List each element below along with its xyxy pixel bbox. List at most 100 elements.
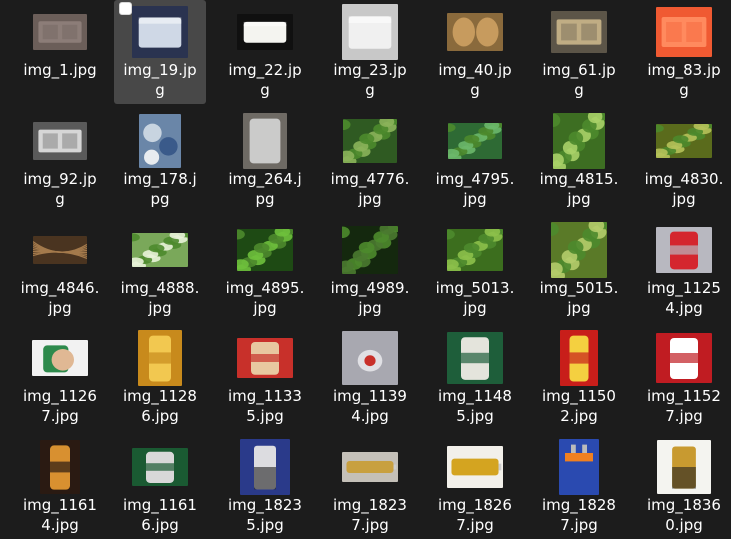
file-item[interactable]: img_92.jp g — [14, 109, 106, 213]
file-item[interactable]: img_22.jp g — [219, 0, 311, 104]
file-name: img_83.jp g — [647, 61, 721, 99]
beer-glass-thumbnail — [40, 440, 80, 494]
lettuce-thumbnail — [551, 222, 607, 278]
file-item[interactable]: img_1150 2.jpg — [533, 326, 625, 430]
thumbnail-container — [14, 4, 106, 60]
thumbnail-container — [429, 4, 521, 60]
file-item[interactable]: img_83.jp g — [638, 0, 730, 104]
file-item[interactable]: img_1152 7.jpg — [638, 326, 730, 430]
file-item[interactable]: img_1139 4.jpg — [324, 326, 416, 430]
thumbnail-container — [219, 330, 311, 386]
thumbnail-container — [324, 4, 416, 60]
file-item[interactable]: img_5015. jpg — [533, 218, 625, 322]
file-item[interactable]: img_1828 7.jpg — [533, 435, 625, 539]
file-name: img_19.jp g — [123, 61, 197, 99]
thumbnail-container — [219, 439, 311, 495]
file-item[interactable]: img_1836 0.jpg — [638, 435, 730, 539]
file-name: img_1152 7.jpg — [647, 387, 721, 425]
file-name: img_1133 5.jpg — [228, 387, 302, 425]
file-name: img_4888. jpg — [120, 279, 200, 317]
file-name: img_1128 6.jpg — [123, 387, 197, 425]
file-item[interactable]: img_1.jpg — [14, 0, 106, 104]
file-item[interactable]: img_4846. jpg — [14, 218, 106, 322]
foam-container-thumbnail — [237, 14, 293, 50]
thumbnail-container — [114, 222, 206, 278]
thumbnail-container — [533, 330, 625, 386]
file-item[interactable]: img_4895. jpg — [219, 218, 311, 322]
file-name: img_22.jp g — [228, 61, 302, 99]
thumbnail-container — [638, 330, 730, 386]
file-name: img_4830. jpg — [644, 170, 724, 208]
vegetable-bowl-thumbnail — [343, 119, 397, 163]
file-item[interactable]: img_1826 7.jpg — [429, 435, 521, 539]
thumbnail-container — [429, 330, 521, 386]
file-item[interactable]: img_4795. jpg — [429, 109, 521, 213]
file-item[interactable]: img_4888. jpg — [114, 218, 206, 322]
file-item[interactable]: img_1128 6.jpg — [114, 326, 206, 430]
file-item[interactable]: img_4776. jpg — [324, 109, 416, 213]
orange-tray-thumbnail — [656, 7, 712, 57]
file-item[interactable]: img_4830. jpg — [638, 109, 730, 213]
beer-can-thumbnail — [447, 332, 503, 384]
straw-thumbnail — [33, 236, 87, 264]
file-name: img_1139 4.jpg — [333, 387, 407, 425]
crushed-can-thumbnail — [656, 227, 712, 273]
thumbnail-container — [114, 113, 206, 169]
file-name: img_1823 5.jpg — [228, 496, 302, 534]
file-item[interactable]: img_19.jp g — [114, 0, 206, 104]
select-checkbox[interactable] — [119, 2, 132, 15]
leafy-greens-thumbnail — [448, 123, 502, 159]
thumbnail-container — [324, 222, 416, 278]
beans-thumbnail — [656, 124, 712, 158]
plastic-container-thumbnail — [132, 6, 188, 58]
beer-can-thumbnail — [138, 330, 182, 386]
file-name: img_40.jp g — [438, 61, 512, 99]
file-name: img_1150 2.jpg — [542, 387, 616, 425]
file-name: img_4846. jpg — [20, 279, 100, 317]
thumbnail-container — [14, 113, 106, 169]
file-item[interactable]: img_40.jp g — [429, 0, 521, 104]
file-item[interactable]: img_23.jp g — [324, 0, 416, 104]
cola-cans-thumbnail — [656, 333, 712, 383]
cups-thumbnail — [139, 114, 181, 168]
file-item[interactable]: img_1823 5.jpg — [219, 435, 311, 539]
file-item[interactable]: img_1161 4.jpg — [14, 435, 106, 539]
file-name: img_178.j pg — [123, 170, 197, 208]
file-item[interactable]: img_5013. jpg — [429, 218, 521, 322]
thumbnail-container — [324, 113, 416, 169]
thumbnail-container — [533, 4, 625, 60]
file-item[interactable]: img_264.j pg — [219, 109, 311, 213]
battery-thumbnail — [342, 452, 398, 482]
plastic-tray-thumbnail — [551, 11, 607, 53]
file-name: img_1828 7.jpg — [542, 496, 616, 534]
green-can-thumbnail — [32, 340, 88, 376]
file-item[interactable]: img_1125 4.jpg — [638, 218, 730, 322]
file-item[interactable]: img_1161 6.jpg — [114, 435, 206, 539]
clear-tray-thumbnail — [33, 122, 87, 160]
thumbnail-container — [429, 222, 521, 278]
file-item[interactable]: img_1823 7.jpg — [324, 435, 416, 539]
thumbnail-container — [324, 439, 416, 495]
9v-battery-thumbnail — [559, 439, 599, 495]
file-name: img_1836 0.jpg — [647, 496, 721, 534]
foam-box-thumbnail — [342, 4, 398, 60]
file-item[interactable]: img_178.j pg — [114, 109, 206, 213]
thumbnail-container — [219, 113, 311, 169]
file-item[interactable]: img_4989. jpg — [324, 218, 416, 322]
thumbnail-container — [429, 113, 521, 169]
file-name: img_1161 4.jpg — [23, 496, 97, 534]
can-top-thumbnail — [342, 331, 398, 385]
file-name: img_5013. jpg — [435, 279, 515, 317]
file-name: img_4815. jpg — [539, 170, 619, 208]
thumbnail-container — [14, 222, 106, 278]
battery-thumbnail — [657, 440, 711, 494]
file-item[interactable]: img_1148 5.jpg — [429, 326, 521, 430]
file-item[interactable]: img_1133 5.jpg — [219, 326, 311, 430]
file-item[interactable]: img_1126 7.jpg — [14, 326, 106, 430]
thumbnail-container — [429, 439, 521, 495]
file-name: img_4776. jpg — [330, 170, 410, 208]
file-item[interactable]: img_4815. jpg — [533, 109, 625, 213]
file-name: img_92.jp g — [23, 170, 97, 208]
thumbnail-container — [533, 113, 625, 169]
file-item[interactable]: img_61.jp g — [533, 0, 625, 104]
